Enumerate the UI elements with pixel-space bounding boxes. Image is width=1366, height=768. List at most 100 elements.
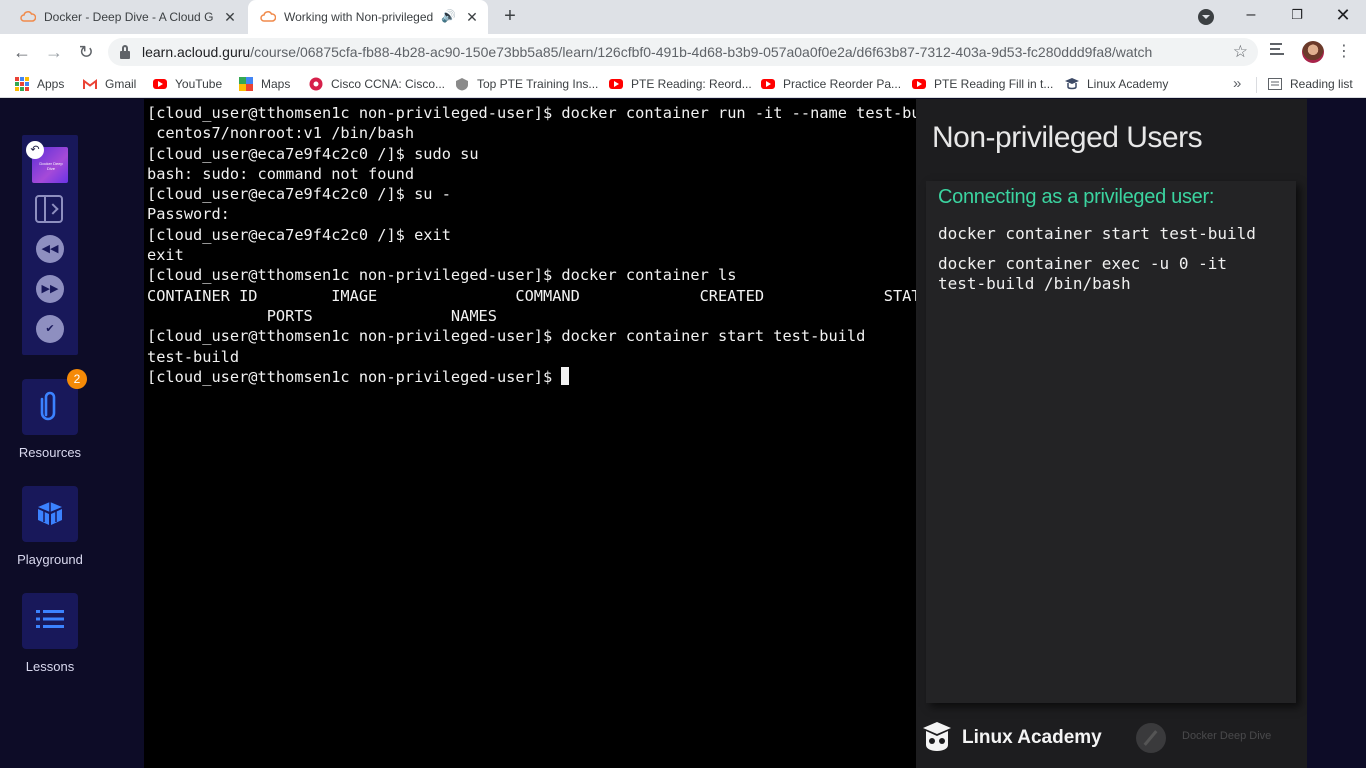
- address-bar[interactable]: learn.acloud.guru/course/06875cfa-fb88-4…: [108, 38, 1258, 66]
- terminal-output: [cloud_user@tthomsen1c non-privileged-us…: [147, 103, 949, 387]
- youtube-icon: [152, 77, 168, 91]
- bookmark-label: Linux Academy: [1087, 77, 1169, 91]
- bookmark-cisco[interactable]: Cisco CCNA: Cisco...: [308, 76, 445, 92]
- bookmark-gmail[interactable]: Gmail: [82, 76, 136, 92]
- playground-button[interactable]: [22, 486, 78, 542]
- more-bookmarks-icon[interactable]: »: [1233, 75, 1241, 92]
- reading-list-icon: [1267, 77, 1283, 91]
- tab-close-icon[interactable]: ✕: [464, 9, 480, 25]
- forward-button[interactable]: →: [41, 39, 67, 65]
- player-controls: ↶ Docker Deep Dive ◀◀ ▶▶ ✔: [22, 135, 78, 355]
- course-thumbnail[interactable]: ↶ Docker Deep Dive: [26, 141, 68, 183]
- mark-complete-icon[interactable]: ✔: [36, 315, 64, 343]
- reload-button[interactable]: ↻: [73, 39, 99, 65]
- tab-title: Working with Non-privileged: [284, 10, 434, 24]
- acloudguru-cloud-icon: [260, 9, 276, 25]
- terminal-line: [cloud_user@tthomsen1c non-privileged-us…: [147, 104, 949, 122]
- bookmark-label: PTE Reading Fill in t...: [934, 77, 1054, 91]
- bookmark-label: PTE Reading: Reord...: [631, 77, 752, 91]
- bookmark-pte-training[interactable]: Top PTE Training Ins...: [454, 76, 598, 92]
- minimize-button[interactable]: –: [1228, 0, 1274, 30]
- terminal-line: [cloud_user@eca7e9f4c2c0 /]$ su -: [147, 185, 451, 204]
- profile-avatar[interactable]: [1302, 41, 1324, 63]
- terminal-line: Password:: [147, 205, 230, 224]
- terminal-cursor: [561, 366, 570, 385]
- tab-strip: Docker - Deep Dive - A Cloud Gu ✕ Workin…: [0, 0, 1366, 34]
- media-queue-icon[interactable]: [1270, 43, 1288, 61]
- course-player-page: ↶ Docker Deep Dive ◀◀ ▶▶ ✔ 2 Resources P…: [0, 99, 1366, 768]
- terminal-line: test-build: [147, 347, 240, 366]
- lock-icon[interactable]: [120, 45, 130, 59]
- tab-docker-deep-dive[interactable]: Docker - Deep Dive - A Cloud Gu ✕: [8, 0, 246, 34]
- toggle-panel-icon[interactable]: [35, 195, 63, 223]
- youtube-icon: [911, 77, 927, 91]
- bookmark-pte-fill[interactable]: PTE Reading Fill in t...: [911, 76, 1053, 92]
- bookmark-label: Apps: [37, 77, 65, 91]
- slide-subtitle: Connecting as a privileged user:: [938, 186, 1215, 208]
- bookmark-star-icon[interactable]: ☆: [1233, 42, 1248, 62]
- terminal-prompt: [cloud_user@tthomsen1c non-privileged-us…: [147, 367, 562, 386]
- terminal-prompt-line: [cloud_user@tthomsen1c non-privileged-us…: [147, 366, 913, 387]
- chrome-menu-icon[interactable]: ⋮: [1334, 42, 1354, 62]
- bookmark-label: Maps: [261, 77, 291, 91]
- url-path: /course/06875cfa-fb88-4b28-ac90-150e73bb…: [250, 44, 1153, 60]
- bookmark-label: Practice Reorder Pa...: [783, 77, 902, 91]
- gmail-icon: [82, 77, 98, 91]
- thumbnail-label: Docker Deep Dive: [39, 161, 63, 171]
- slide-command: docker container start test-build: [938, 224, 1256, 243]
- browser-toolbar: ← → ↻ learn.acloud.guru/course/06875cfa-…: [0, 34, 1366, 70]
- bookmark-label: Gmail: [105, 77, 137, 91]
- rewind-icon[interactable]: ◀◀: [36, 235, 64, 263]
- bookmark-label: YouTube: [175, 77, 223, 91]
- bookmark-youtube[interactable]: YouTube: [152, 76, 222, 92]
- lessons-button[interactable]: [22, 593, 78, 649]
- tab-non-privileged[interactable]: Working with Non-privileged 🔊 ✕: [248, 0, 488, 34]
- url-text[interactable]: learn.acloud.guru/course/06875cfa-fb88-4…: [142, 44, 1152, 60]
- acloudguru-cloud-icon: [20, 9, 36, 25]
- terminal-line: centos7/nonroot:v1 /bin/bash: [147, 124, 415, 143]
- terminal-line: exit: [147, 246, 184, 265]
- slide-brand: Linux Academy: [962, 727, 1102, 748]
- slide-course-name: Docker Deep Dive: [1182, 730, 1272, 742]
- bookmark-practice-reorder[interactable]: Practice Reorder Pa...: [760, 76, 901, 92]
- playground-label: Playground: [17, 552, 83, 567]
- url-domain: learn.acloud.guru: [142, 44, 251, 60]
- video-terminal[interactable]: [cloud_user@tthomsen1c non-privileged-us…: [144, 99, 949, 768]
- pte-icon: [454, 77, 470, 91]
- lessons-label: Lessons: [25, 659, 75, 674]
- bookmark-linux-academy[interactable]: Linux Academy: [1064, 76, 1168, 92]
- cubes-icon: [35, 498, 65, 531]
- bookmark-maps[interactable]: Maps: [238, 76, 290, 92]
- speaker-icon[interactable]: 🔊: [441, 9, 456, 23]
- back-arrow-icon[interactable]: ↶: [26, 141, 44, 159]
- maximize-button[interactable]: ❐: [1274, 0, 1320, 30]
- reading-list-button[interactable]: Reading list: [1267, 76, 1353, 92]
- slide-title: Non-privileged Users: [932, 121, 1203, 154]
- back-button[interactable]: ←: [9, 39, 35, 65]
- bookmarks-bar: Apps Gmail YouTube Maps Cisco CCNA: Cisc…: [0, 70, 1366, 98]
- linux-academy-logo-icon: [922, 721, 952, 755]
- reading-list-label: Reading list: [1290, 77, 1353, 91]
- bookmark-apps[interactable]: Apps: [14, 76, 64, 92]
- player-right-margin: [1307, 99, 1366, 768]
- youtube-icon: [608, 77, 624, 91]
- fast-forward-icon[interactable]: ▶▶: [36, 275, 64, 303]
- terminal-line: bash: sudo: command not found: [147, 164, 415, 183]
- cisco-icon: [308, 77, 324, 91]
- terminal-line: [cloud_user@eca7e9f4c2c0 /]$ sudo su: [147, 144, 479, 163]
- new-tab-button[interactable]: +: [498, 5, 522, 29]
- bookmark-label: Cisco CCNA: Cisco...: [331, 77, 446, 91]
- course-sidebar: ↶ Docker Deep Dive ◀◀ ▶▶ ✔ 2 Resources P…: [0, 99, 100, 768]
- bookmark-pte-reading-reorder[interactable]: PTE Reading: Reord...: [608, 76, 752, 92]
- terminal-line: [cloud_user@eca7e9f4c2c0 /]$ exit: [147, 225, 451, 244]
- maps-icon: [238, 77, 254, 91]
- video-slide[interactable]: Non-privileged Users Connecting as a pri…: [916, 99, 1307, 768]
- tab-close-icon[interactable]: ✕: [222, 9, 238, 25]
- youtube-icon: [760, 77, 776, 91]
- close-window-button[interactable]: ✕: [1320, 0, 1366, 30]
- resources-button[interactable]: [22, 379, 78, 435]
- bookmarks-divider: [1256, 77, 1257, 93]
- tab-search-icon[interactable]: [1198, 9, 1214, 25]
- linux-academy-icon: [1064, 77, 1080, 91]
- slide-card: Connecting as a privileged user: docker …: [926, 181, 1296, 703]
